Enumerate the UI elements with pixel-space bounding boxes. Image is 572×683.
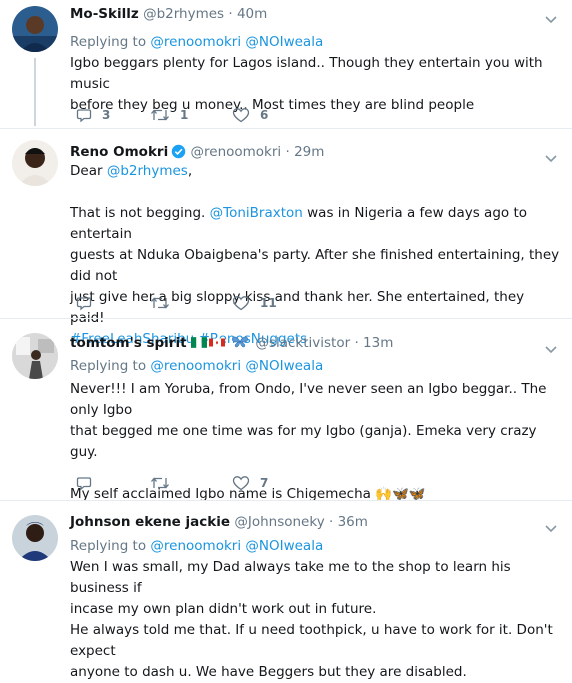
punctuation: , xyxy=(187,163,193,179)
chevron-down-icon[interactable] xyxy=(544,519,558,538)
tweet-text: Igbo beggars plenty for Lagos island.. T… xyxy=(70,53,562,116)
tweet-text-line: that begged me one time was for my Igbo … xyxy=(70,423,537,460)
dot-separator: · xyxy=(328,514,334,530)
butterfly-icon xyxy=(232,336,249,348)
replying-to: Replying to @renoomokri @NOIweala xyxy=(70,357,323,375)
tweet-johnson-ekene-jackie[interactable]: Johnson ekene jackie @Johnsoneky · 36m R… xyxy=(0,501,572,680)
tweet-reno-omokri[interactable]: Reno Omokri @renoomokri · 29m Dear @b2rh… xyxy=(0,129,572,347)
handle[interactable]: @b2rhymes xyxy=(143,6,224,22)
handle[interactable]: @Johnsoneky xyxy=(234,514,324,530)
like-button[interactable]: 6 xyxy=(232,107,268,123)
mention-link[interactable]: @NOIweala xyxy=(245,358,323,374)
handle[interactable]: @slacktivistor xyxy=(255,335,350,351)
reply-button[interactable] xyxy=(76,475,102,491)
handle[interactable]: @renoomokri xyxy=(191,144,282,160)
tweet-text-line: guests at Nduka Obaigbena's party. After… xyxy=(70,247,560,284)
display-name[interactable]: Mo-Skillz xyxy=(70,6,139,22)
tweet-header: Johnson ekene jackie @Johnsoneky · 36m xyxy=(70,513,368,531)
greeting: Dear xyxy=(70,163,103,179)
mention-link[interactable]: @b2rhymes xyxy=(107,163,188,179)
retweet-icon xyxy=(151,109,169,121)
like-icon xyxy=(232,476,250,491)
dot-separator: · xyxy=(285,144,290,160)
mention-link[interactable]: @NOIweala xyxy=(245,538,323,554)
like-button[interactable]: 11 xyxy=(232,295,277,311)
retweet-icon xyxy=(151,477,169,489)
nigeria-flag-icon xyxy=(190,337,207,348)
reply-icon xyxy=(76,477,92,491)
like-count: 11 xyxy=(260,296,277,310)
retweet-icon xyxy=(151,297,169,309)
retweet-button[interactable] xyxy=(150,295,180,311)
tweet-tomtoms-spirit[interactable]: tomtom's spirit @slacktivistor · 13m Rep… xyxy=(0,319,572,502)
tweet-text-line: anyone to dash u. We have Beggers but th… xyxy=(70,664,467,680)
tweet-text-line: Igbo beggars plenty for Lagos island.. T… xyxy=(70,55,543,92)
tweet-text-line: Wen I was small, my Dad always take me t… xyxy=(70,559,511,596)
thread-line xyxy=(34,58,36,126)
tweet-text-line: Never!!! I am Yoruba, from Ondo, I've ne… xyxy=(70,381,547,418)
display-name[interactable]: tomtom's spirit xyxy=(70,335,187,351)
text-span: That is not begging. xyxy=(70,205,206,221)
reply-button[interactable] xyxy=(76,295,102,311)
mention-link[interactable]: @renoomokri xyxy=(150,34,241,50)
mention-link[interactable]: @renoomokri xyxy=(150,358,241,374)
tweet-text-line: He always told me that. If u need toothp… xyxy=(70,622,553,659)
tweet-text-line: That is not begging. @ToniBraxton was in… xyxy=(70,203,562,245)
like-button[interactable]: 7 xyxy=(232,475,268,491)
replying-to: Replying to @renoomokri @NOIweala xyxy=(70,33,323,51)
mention-link[interactable]: @renoomokri xyxy=(150,538,241,554)
tweet-text: Wen I was small, my Dad always take me t… xyxy=(70,557,562,683)
chevron-down-icon[interactable] xyxy=(544,10,558,29)
like-count: 6 xyxy=(260,108,269,122)
tweet-text-line: Dear @b2rhymes, xyxy=(70,161,562,182)
like-icon xyxy=(232,296,250,311)
replying-to-label: Replying to xyxy=(70,538,147,554)
like-count: 7 xyxy=(260,476,269,490)
retweet-button[interactable] xyxy=(150,475,180,491)
display-name[interactable]: Johnson ekene jackie xyxy=(70,514,230,530)
replying-to-label: Replying to xyxy=(70,34,147,50)
chevron-down-icon[interactable] xyxy=(544,340,558,359)
retweet-count: 1 xyxy=(180,108,189,122)
tweet-text-line: incase my own plan didn't work out in fu… xyxy=(70,601,377,617)
reply-button[interactable]: 3 xyxy=(76,107,110,123)
avatar[interactable] xyxy=(12,6,58,52)
reply-icon xyxy=(76,109,92,123)
timestamp[interactable]: 40m xyxy=(237,6,267,22)
retweet-button[interactable]: 1 xyxy=(150,107,188,123)
tweet-text: Never!!! I am Yoruba, from Ondo, I've ne… xyxy=(70,379,562,505)
reply-icon xyxy=(76,297,92,311)
avatar[interactable] xyxy=(12,515,58,561)
dot-separator: · xyxy=(228,6,233,22)
timestamp[interactable]: 36m xyxy=(338,514,368,530)
tweet-mo-skillz[interactable]: Mo-Skillz @b2rhymes · 40m Replying to @r… xyxy=(0,0,572,128)
display-name[interactable]: Reno Omokri xyxy=(70,144,168,160)
replying-to-label: Replying to xyxy=(70,358,147,374)
avatar[interactable] xyxy=(12,140,58,186)
timestamp[interactable]: 29m xyxy=(294,144,324,160)
tweet-header: tomtom's spirit @slacktivistor · 13m xyxy=(70,334,393,352)
tweet-header: Mo-Skillz @b2rhymes · 40m xyxy=(70,5,267,23)
replying-to: Replying to @renoomokri @NOIweala xyxy=(70,537,323,555)
canada-flag-icon xyxy=(208,338,225,347)
reply-count: 3 xyxy=(102,108,111,122)
timestamp[interactable]: 13m xyxy=(363,335,393,351)
like-icon xyxy=(232,108,250,123)
avatar[interactable] xyxy=(12,333,58,379)
tweet-text-line: before they beg u money.. Most times the… xyxy=(70,97,475,113)
mention-link[interactable]: @NOIweala xyxy=(245,34,323,50)
dot-separator: · xyxy=(354,335,359,351)
mention-link[interactable]: @ToniBraxton xyxy=(210,205,303,221)
